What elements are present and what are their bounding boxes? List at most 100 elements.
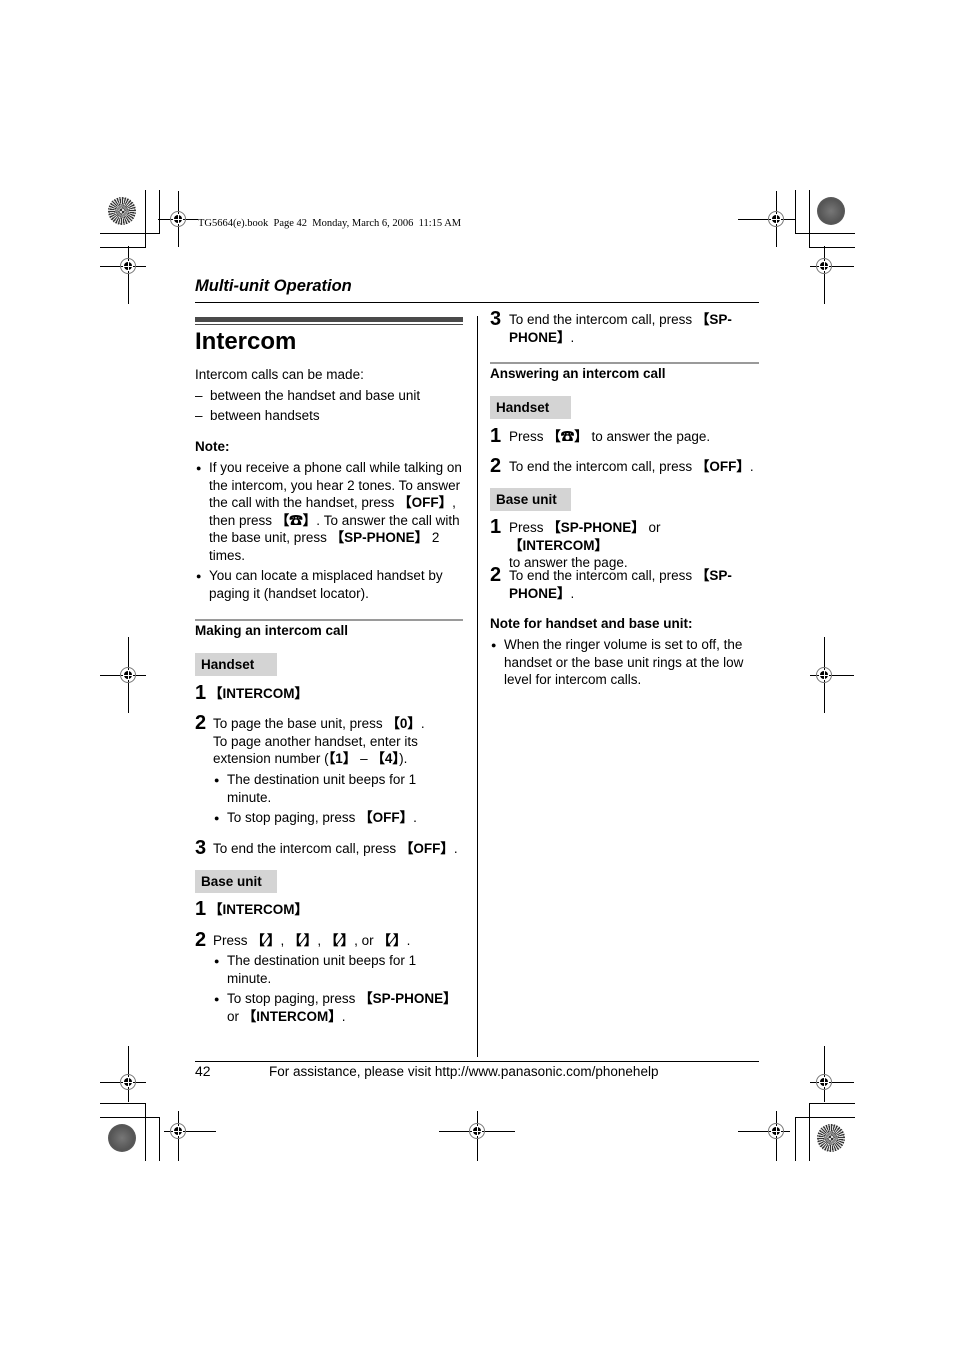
step-text-part: , or xyxy=(354,933,378,948)
crop-line xyxy=(795,1117,855,1118)
key-4: 【4】 xyxy=(371,751,400,766)
step-text-part: To end the intercom call, press xyxy=(509,312,696,327)
step-bullets: The destination unit beeps for 1 minute.… xyxy=(214,771,447,827)
step-text-part: To page the base unit, press xyxy=(213,716,387,731)
intro-item: – between the handset and base unit xyxy=(195,387,421,403)
step-text-part: extension number ( xyxy=(213,751,329,766)
key-handset-2: 【∕】 xyxy=(288,933,318,948)
handset-icon: ∕ xyxy=(301,933,304,948)
step-text: To end the intercom call, press 【SP- PHON… xyxy=(509,567,759,602)
step-number: 1 xyxy=(195,682,207,704)
note-heading: Note: xyxy=(195,439,230,454)
key-1: 【1】 xyxy=(328,751,357,766)
registration-dot-icon xyxy=(108,1124,136,1152)
note-bullet: When the ringer volume is set to off, th… xyxy=(491,636,760,689)
intro-lead: Intercom calls can be made: xyxy=(195,367,364,382)
registration-star-icon xyxy=(108,197,136,225)
key-handset-1: 【∕】 xyxy=(251,933,281,948)
key-handset-3: 【∕】 xyxy=(324,933,355,948)
bullet-text: To stop paging, press xyxy=(227,810,360,825)
key-off: 【OFF】 xyxy=(695,459,750,474)
handset-icon: ∕ xyxy=(390,933,394,948)
step-text-part: To page another handset, enter its xyxy=(213,733,418,749)
note-bullet: If you receive a phone call while talkin… xyxy=(196,459,465,564)
step-text-part: . xyxy=(749,459,754,474)
bullet-text: To stop paging, press xyxy=(227,991,360,1006)
crop-line xyxy=(100,1103,146,1104)
section-title: Multi-unit Operation xyxy=(195,277,352,295)
registration-star-icon xyxy=(817,1124,845,1152)
intro-item: – between handsets xyxy=(195,408,320,423)
step-number: 3 xyxy=(195,837,207,859)
crop-line xyxy=(795,190,796,234)
key-sp-phone: PHONE】 xyxy=(509,329,571,345)
intro-item-text: between the handset and base unit xyxy=(210,387,421,403)
step-bullet: To stop paging, press 【SP-PHONE】 or 【INTE… xyxy=(214,990,463,1025)
crop-line xyxy=(159,1117,160,1161)
key-off: 【OFF】 xyxy=(398,495,453,510)
step-text-part: or xyxy=(644,520,661,535)
step-number: 2 xyxy=(195,712,207,734)
column-divider xyxy=(477,316,478,1057)
registration-dot-icon xyxy=(817,197,845,225)
step-text: Press 【SP-PHONE】 or 【INTERCOM】 to answer … xyxy=(509,519,759,572)
step-text-part: – xyxy=(356,751,372,766)
step-bullets: The destination unit beeps for 1 minute.… xyxy=(214,952,463,1025)
handset-icon: ∕ xyxy=(338,933,341,948)
key-sp-phone: 【SP- xyxy=(695,312,732,327)
handset-label: Handset xyxy=(490,396,571,419)
talk-phone-icon: ☎ xyxy=(560,429,575,444)
step-text-part: To end the intercom call, press xyxy=(213,841,400,856)
step-text-part: . xyxy=(570,329,575,345)
crop-line xyxy=(795,233,855,234)
key-off: 【OFF】 xyxy=(359,810,414,825)
step-text-part: Press xyxy=(509,429,548,444)
key-sp-phone: 【SP-PHONE】 xyxy=(330,530,429,545)
handset-icon: ∕ xyxy=(264,933,268,948)
note-bullet: You can locate a misplaced handset by pa… xyxy=(196,567,465,602)
base-unit-label: Base unit xyxy=(195,870,277,893)
key-sp-phone: 【SP-PHONE】 xyxy=(359,991,457,1006)
step-number: 3 xyxy=(490,308,502,330)
step-number: 2 xyxy=(490,564,502,586)
step-text-part: To end the intercom call, press xyxy=(509,568,696,583)
step-bullet: The destination unit beeps for 1 minute. xyxy=(214,952,437,987)
intro-item-text: between handsets xyxy=(210,408,320,423)
note-list: When the ringer volume is set to off, th… xyxy=(491,636,760,689)
crop-line xyxy=(100,1117,160,1118)
step-text-part: . xyxy=(570,585,575,601)
header-rule xyxy=(195,302,759,303)
note-list: If you receive a phone call while talkin… xyxy=(196,459,465,602)
page-number: 42 xyxy=(195,1063,211,1079)
step-text: Press 【☎】 to answer the page. xyxy=(509,428,710,446)
key-intercom: 【INTERCOM】 xyxy=(242,1008,342,1024)
title-rule-thick xyxy=(195,317,463,322)
step-number: 2 xyxy=(490,455,502,477)
step-text-part: Press xyxy=(213,933,252,948)
key-talk: 【☎】 xyxy=(547,429,588,444)
key-handset-4: 【∕】 xyxy=(377,933,407,948)
key-off: 【OFF】 xyxy=(399,841,454,856)
step-text-part: ). xyxy=(399,751,408,766)
section-rule xyxy=(490,362,759,364)
answering-heading: Answering an intercom call xyxy=(490,366,666,381)
crop-line xyxy=(809,190,810,248)
section-rule xyxy=(195,619,463,621)
page-title: Intercom xyxy=(195,328,297,355)
footer-text: For assistance, please visit http://www.… xyxy=(269,1064,659,1079)
crop-line xyxy=(795,1117,796,1161)
step-bullet: To stop paging, press 【OFF】. xyxy=(214,809,447,827)
bullet-text: . xyxy=(341,1008,346,1024)
step-text: To page the base unit, press 【0】. To pag… xyxy=(213,715,465,768)
handset-label: Handset xyxy=(195,653,277,676)
step-text: Press 【∕】, 【∕】, 【∕】, or 【∕】. xyxy=(213,933,411,948)
step-text-part: . xyxy=(420,716,425,731)
key-talk: 【☎】 xyxy=(275,512,317,528)
step-text: To end the intercom call, press 【SP- PHON… xyxy=(509,311,759,346)
key-intercom: 【INTERCOM】 xyxy=(209,902,308,917)
footer-rule xyxy=(195,1061,759,1062)
key-sp-phone: 【SP-PHONE】 xyxy=(547,520,645,535)
making-heading: Making an intercom call xyxy=(195,623,349,638)
step-text-part: . xyxy=(453,841,458,856)
crop-line xyxy=(100,247,146,248)
